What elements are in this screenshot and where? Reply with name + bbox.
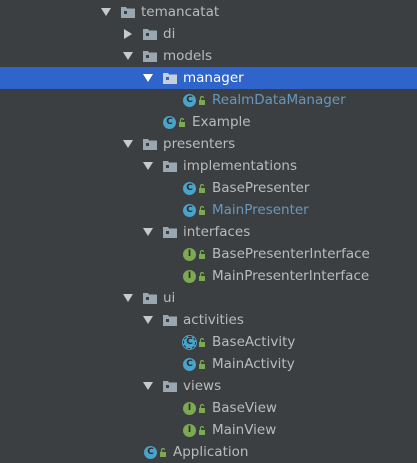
tree-node-temancatat[interactable]: temancatat	[0, 1, 417, 23]
tree-node-di[interactable]: di	[0, 23, 417, 45]
tree-node-base-activity[interactable]: C BaseActivity	[0, 331, 417, 353]
abstract-class-icon: C	[183, 335, 196, 349]
package-folder-icon	[121, 6, 135, 18]
tree-node-interfaces[interactable]: interfaces	[0, 221, 417, 243]
tree-node-base-presenter-interface[interactable]: I BasePresenterInterface	[0, 243, 417, 265]
node-label: MainPresenterInterface	[212, 268, 370, 284]
node-label: BaseView	[212, 400, 277, 416]
node-label: interfaces	[183, 224, 251, 240]
expanded-arrow-icon[interactable]	[143, 161, 153, 171]
class-icon: C	[183, 93, 196, 107]
class-icon: C	[183, 181, 196, 195]
lock-icon	[198, 337, 206, 347]
lock-icon	[198, 271, 206, 281]
lock-icon	[159, 447, 167, 457]
expanded-arrow-icon[interactable]	[143, 315, 153, 325]
node-label: BasePresenterInterface	[212, 246, 370, 262]
interface-icon: I	[183, 247, 196, 261]
expanded-arrow-icon[interactable]	[143, 381, 153, 391]
interface-icon: I	[183, 401, 196, 415]
tree-node-ui[interactable]: ui	[0, 287, 417, 309]
node-label: Example	[192, 114, 251, 130]
node-label: implementations	[183, 158, 297, 174]
lock-icon	[178, 117, 186, 127]
expanded-arrow-icon[interactable]	[101, 7, 111, 17]
tree-node-realm-data-manager[interactable]: C RealmDataManager	[0, 89, 417, 111]
node-label: Application	[173, 444, 249, 460]
class-icon: C	[163, 115, 176, 129]
tree-node-main-presenter[interactable]: C MainPresenter	[0, 199, 417, 221]
expanded-arrow-icon[interactable]	[123, 293, 133, 303]
lock-icon	[198, 425, 206, 435]
lock-icon	[198, 359, 206, 369]
expanded-arrow-icon[interactable]	[123, 139, 133, 149]
lock-icon	[198, 249, 206, 259]
interface-icon: I	[183, 423, 196, 437]
tree-node-main-activity[interactable]: C MainActivity	[0, 353, 417, 375]
package-folder-icon	[143, 28, 157, 40]
tree-node-main-view[interactable]: I MainView	[0, 419, 417, 441]
package-folder-icon	[163, 160, 177, 172]
node-label: di	[163, 26, 176, 42]
node-label: activities	[183, 312, 244, 328]
tree-node-example[interactable]: C Example	[0, 111, 417, 133]
node-label: ui	[163, 290, 176, 306]
node-label: MainActivity	[212, 356, 295, 372]
tree-node-application[interactable]: C Application	[0, 441, 417, 463]
package-folder-icon	[143, 138, 157, 150]
node-label: temancatat	[141, 4, 220, 20]
package-folder-icon	[163, 314, 177, 326]
package-folder-icon	[143, 292, 157, 304]
node-label: views	[183, 378, 222, 394]
class-icon: C	[183, 203, 196, 217]
node-label: MainPresenter	[212, 202, 309, 218]
project-tree: temancatat di models manager C RealmData…	[0, 0, 417, 462]
node-label: presenters	[163, 136, 236, 152]
collapsed-arrow-icon[interactable]	[123, 29, 133, 39]
tree-node-main-presenter-interface[interactable]: I MainPresenterInterface	[0, 265, 417, 287]
tree-node-presenters[interactable]: presenters	[0, 133, 417, 155]
tree-node-base-view[interactable]: I BaseView	[0, 397, 417, 419]
tree-node-activities[interactable]: activities	[0, 309, 417, 331]
class-icon: C	[183, 357, 196, 371]
node-label: manager	[183, 70, 244, 86]
tree-node-implementations[interactable]: implementations	[0, 155, 417, 177]
lock-icon	[198, 205, 206, 215]
node-label: RealmDataManager	[212, 92, 346, 108]
tree-node-base-presenter[interactable]: C BasePresenter	[0, 177, 417, 199]
expanded-arrow-icon[interactable]	[123, 51, 133, 61]
node-label: models	[163, 48, 213, 64]
package-folder-icon	[163, 72, 177, 84]
tree-node-models[interactable]: models	[0, 45, 417, 67]
package-folder-icon	[163, 380, 177, 392]
node-label: BasePresenter	[212, 180, 310, 196]
package-folder-icon	[163, 226, 177, 238]
lock-icon	[198, 183, 206, 193]
lock-icon	[198, 403, 206, 413]
tree-node-views[interactable]: views	[0, 375, 417, 397]
package-folder-icon	[143, 50, 157, 62]
lock-icon	[198, 95, 206, 105]
class-icon: C	[144, 445, 157, 459]
tree-node-manager[interactable]: manager	[0, 67, 417, 89]
node-label: BaseActivity	[212, 334, 296, 350]
node-label: MainView	[212, 422, 277, 438]
interface-icon: I	[183, 269, 196, 283]
expanded-arrow-icon[interactable]	[143, 227, 153, 237]
expanded-arrow-icon[interactable]	[143, 73, 153, 83]
